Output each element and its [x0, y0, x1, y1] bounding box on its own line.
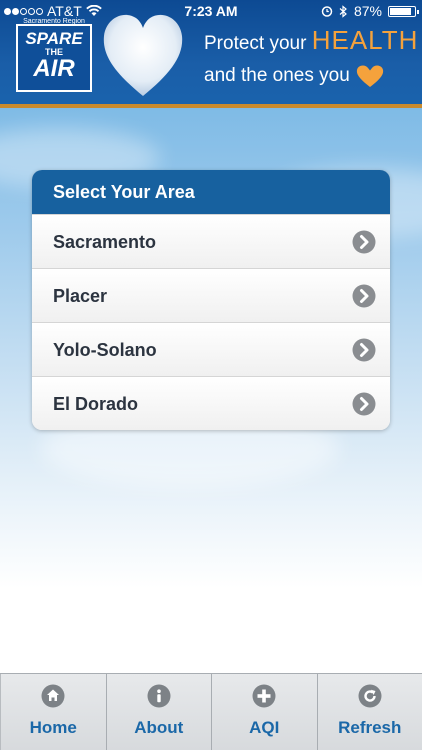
banner-divider — [0, 104, 422, 108]
logo-text-spare: SPARE — [25, 29, 83, 48]
chevron-right-icon — [352, 284, 376, 308]
heart-icon — [356, 65, 384, 87]
tab-refresh[interactable]: Refresh — [316, 674, 422, 750]
tagline-line2: and the ones you — [204, 65, 350, 86]
chevron-right-icon — [352, 392, 376, 416]
bluetooth-icon — [339, 4, 347, 18]
card-title: Select Your Area — [32, 170, 390, 214]
tab-label: Refresh — [338, 718, 402, 737]
battery-percent: 87% — [353, 3, 382, 19]
plus-icon — [252, 684, 276, 708]
area-select-card: Select Your Area Sacramento Placer Yolo-… — [32, 170, 390, 430]
logo-region: Sacramento Region — [23, 18, 85, 25]
area-item-el-dorado[interactable]: El Dorado — [32, 376, 390, 430]
logo-text-air: AIR — [33, 55, 75, 82]
area-item-sacramento[interactable]: Sacramento — [32, 214, 390, 268]
status-right: 87% — [321, 0, 419, 22]
area-item-label: Placer — [53, 286, 108, 306]
chevron-right-icon — [352, 338, 376, 362]
tab-home[interactable]: Home — [0, 674, 106, 750]
area-item-label: El Dorado — [53, 394, 139, 414]
battery-icon — [388, 5, 419, 17]
tab-about[interactable]: About — [105, 674, 212, 750]
tab-bar: Home About AQI Refresh — [0, 673, 422, 750]
heart-cloud-image — [103, 14, 183, 96]
area-item-label: Sacramento — [53, 232, 157, 252]
area-item-label: Yolo-Solano — [53, 340, 157, 360]
spare-the-air-logo: Sacramento Region SPARE THE AIR — [16, 18, 92, 92]
area-item-placer[interactable]: Placer — [32, 268, 390, 322]
home-icon — [41, 684, 65, 708]
tagline-line1: Protect your — [204, 33, 307, 54]
refresh-icon — [358, 684, 382, 708]
tab-aqi[interactable]: AQI — [211, 674, 317, 750]
tagline: Protect your HEALTH and the ones you — [204, 24, 418, 92]
info-icon — [147, 684, 171, 708]
tagline-health: HEALTH — [311, 25, 419, 55]
chevron-right-icon — [352, 230, 376, 254]
header-banner: AT&T 7:23 AM 87% Sacramento Region SPARE… — [0, 0, 422, 108]
tab-label: AQI — [249, 718, 280, 737]
tab-label: Home — [29, 718, 77, 737]
tab-label: About — [134, 718, 184, 737]
alarm-icon — [321, 6, 333, 17]
area-item-yolo-solano[interactable]: Yolo-Solano — [32, 322, 390, 376]
